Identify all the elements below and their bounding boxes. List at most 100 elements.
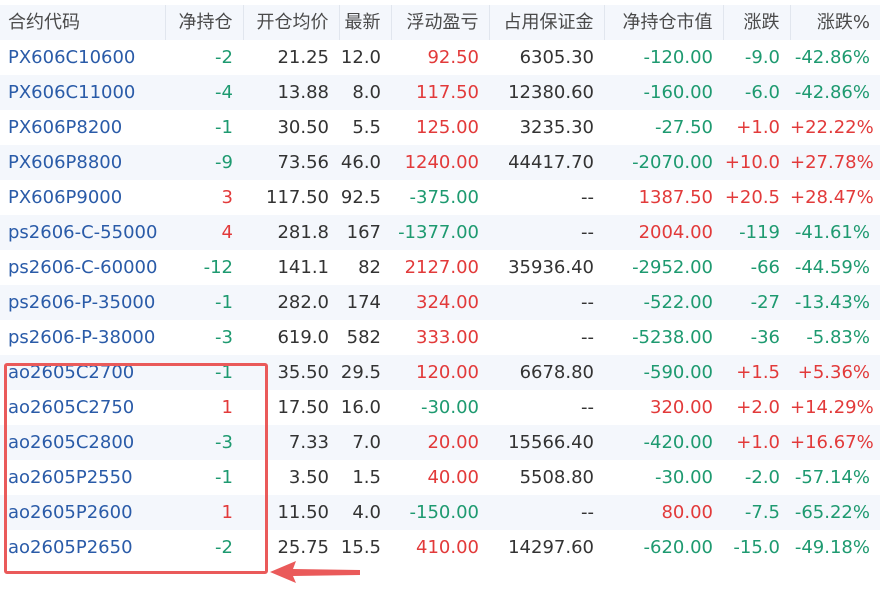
cell-floating-pnl: 117.50 <box>391 75 489 110</box>
column-header-floating-pnl[interactable]: 浮动盈亏 <box>391 5 490 40</box>
cell-margin: 5508.80 <box>519 467 594 488</box>
column-header-last-price[interactable]: 最新 <box>339 5 392 40</box>
cell-change-pct: -49.18% <box>794 537 870 558</box>
cell-margin: -- <box>489 215 604 250</box>
cell-market-value: -27.50 <box>654 117 713 138</box>
table-row[interactable]: ps2606-P-38000 -3 619.0 582 333.00 -- -5238.00… <box>0 320 880 355</box>
cell-avg-open-price: 30.50 <box>277 117 329 138</box>
cell-floating-pnl: 120.00 <box>391 355 489 390</box>
table-row[interactable]: PX606C10600 -2 21.25 12.0 92.50 6305.30 -120.0… <box>0 40 880 75</box>
table-row[interactable]: ps2606-C-55000 4 281.8 167 -1377.00 -- 2004.00… <box>0 215 880 250</box>
cell-market-value: 320.00 <box>650 397 713 418</box>
column-header-contract-code[interactable]: 合约代码 <box>0 5 166 40</box>
cell-change-pct: -42.86% <box>794 47 870 68</box>
cell-market-value: -2952.00 <box>632 257 713 278</box>
cell-margin: 6678.80 <box>489 355 604 390</box>
table-row[interactable]: ao2605P2600 1 11.50 4.0 -150.00 -- 80.00 -7.5 -6… <box>0 495 880 530</box>
cell-last-price: 92.5 <box>340 187 381 208</box>
cell-last-price: 7.0 <box>339 425 391 460</box>
cell-margin: -- <box>581 327 594 348</box>
column-header-market-value[interactable]: 净持仓市值 <box>604 5 724 40</box>
table-row[interactable]: PX606P8800 -9 73.56 46.0 1240.00 44417.70 -207… <box>0 145 880 180</box>
cell-contract-code: PX606C11000 <box>0 75 165 110</box>
cell-change-pct: +22.22% <box>790 117 874 138</box>
cell-change-pct: -57.14% <box>794 467 870 488</box>
cell-floating-pnl: 92.50 <box>427 47 479 68</box>
table-row[interactable]: ao2605P2550 -1 3.50 1.5 40.00 5508.80 -30.00 -2… <box>0 460 880 495</box>
cell-floating-pnl: 125.00 <box>416 117 479 138</box>
cell-last-price: 46.0 <box>339 145 391 180</box>
cell-contract-code: ao2605P2550 <box>8 467 133 488</box>
cell-change: +1.0 <box>736 117 780 138</box>
cell-contract-code: PX606C10600 <box>8 47 136 68</box>
cell-contract-code: PX606P9000 <box>8 187 123 208</box>
header-row: 合约代码 净持仓 开仓均价 最新 浮动盈亏 占用保证金 净持仓市值 涨跌 涨跌% <box>0 5 880 40</box>
cell-change-pct: +5.36% <box>790 355 880 390</box>
table-row[interactable]: ao2605C2700 -1 35.50 29.5 120.00 6678.80 -590.… <box>0 355 880 390</box>
cell-change-pct: +27.78% <box>790 145 880 180</box>
table-row[interactable]: ps2606-C-60000 -12 141.1 82 2127.00 35936.40 -… <box>0 250 880 285</box>
cell-floating-pnl: 1240.00 <box>391 145 489 180</box>
cell-market-value: 2004.00 <box>604 215 723 250</box>
cell-net-position: -2 <box>215 47 233 68</box>
cell-change-pct: -13.43% <box>790 285 880 320</box>
cell-change: -7.5 <box>723 495 790 530</box>
table-row[interactable]: PX606C11000 -4 13.88 8.0 117.50 12380.60 -160.… <box>0 75 880 110</box>
cell-contract-code: ao2605C2750 <box>8 397 135 418</box>
cell-market-value: -420.00 <box>604 425 723 460</box>
cell-margin: 3235.30 <box>519 117 594 138</box>
cell-floating-pnl: 40.00 <box>427 467 479 488</box>
cell-contract-code: ao2605C2800 <box>0 425 165 460</box>
cell-net-position: -1 <box>215 467 233 488</box>
column-header-avg-open-price[interactable]: 开仓均价 <box>243 5 340 40</box>
cell-avg-open-price: 17.50 <box>277 397 329 418</box>
cell-change-pct: -41.61% <box>790 215 880 250</box>
cell-change-pct: -5.83% <box>806 327 870 348</box>
cell-change: -27 <box>723 285 790 320</box>
table-row[interactable]: ps2606-P-35000 -1 282.0 174 324.00 -- -522.00-… <box>0 285 880 320</box>
cell-avg-open-price: 7.33 <box>243 425 339 460</box>
cell-margin: -- <box>489 495 604 530</box>
cell-change: +1.5 <box>723 355 790 390</box>
cell-avg-open-price: 35.50 <box>243 355 339 390</box>
cell-change: +10.0 <box>723 145 790 180</box>
cell-last-price: 1.5 <box>352 467 381 488</box>
cell-floating-pnl: 2127.00 <box>404 257 479 278</box>
cell-last-price: 174 <box>339 285 391 320</box>
cell-contract-code: ps2606-P-38000 <box>8 327 156 348</box>
column-header-change-pct[interactable]: 涨跌% <box>790 5 880 40</box>
cell-market-value: -2070.00 <box>604 145 723 180</box>
table-row[interactable]: PX606P9000 3 117.50 92.5 -375.00 -- 1387.50 +20… <box>0 180 880 215</box>
cell-market-value: 80.00 <box>604 495 723 530</box>
table-row[interactable]: ao2605P2650 -2 25.75 15.5 410.00 14297.60 -620… <box>0 530 880 565</box>
table-row[interactable]: PX606P8200 -1 30.50 5.5 125.00 3235.30 -27.50 +… <box>0 110 880 145</box>
cell-floating-pnl: -1377.00 <box>391 215 489 250</box>
cell-last-price: 5.5 <box>352 117 381 138</box>
cell-market-value: -522.00 <box>604 285 723 320</box>
cell-last-price: 29.5 <box>339 355 391 390</box>
cell-change-pct: +14.29% <box>790 397 874 418</box>
cell-margin: 6305.30 <box>519 47 594 68</box>
cell-change-pct: -42.86% <box>790 75 880 110</box>
cell-avg-open-price: 282.0 <box>243 285 339 320</box>
table-row[interactable]: ao2605C2750 1 17.50 16.0 -30.00 -- 320.00 +2.0 +… <box>0 390 880 425</box>
cell-change: -66 <box>750 257 780 278</box>
cell-last-price: 582 <box>346 327 381 348</box>
cell-avg-open-price: 141.1 <box>277 257 329 278</box>
table-row[interactable]: ao2605C2800 -3 7.33 7.0 20.00 15566.40 -420.00… <box>0 425 880 460</box>
cell-avg-open-price: 73.56 <box>243 145 339 180</box>
column-header-net-position[interactable]: 净持仓 <box>165 5 244 40</box>
column-header-margin[interactable]: 占用保证金 <box>489 5 605 40</box>
cell-margin: 15566.40 <box>489 425 604 460</box>
column-header-change[interactable]: 涨跌 <box>723 5 791 40</box>
cell-last-price: 16.0 <box>340 397 381 418</box>
cell-floating-pnl: -30.00 <box>420 397 479 418</box>
cell-net-position: 4 <box>165 215 243 250</box>
cell-change: -2.0 <box>744 467 780 488</box>
cell-net-position: -2 <box>215 537 233 558</box>
cell-net-position: 1 <box>221 397 233 418</box>
cell-margin: 12380.60 <box>489 75 604 110</box>
cell-change: -119 <box>723 215 790 250</box>
cell-change: +20.5 <box>724 187 780 208</box>
cell-net-position: -4 <box>165 75 243 110</box>
